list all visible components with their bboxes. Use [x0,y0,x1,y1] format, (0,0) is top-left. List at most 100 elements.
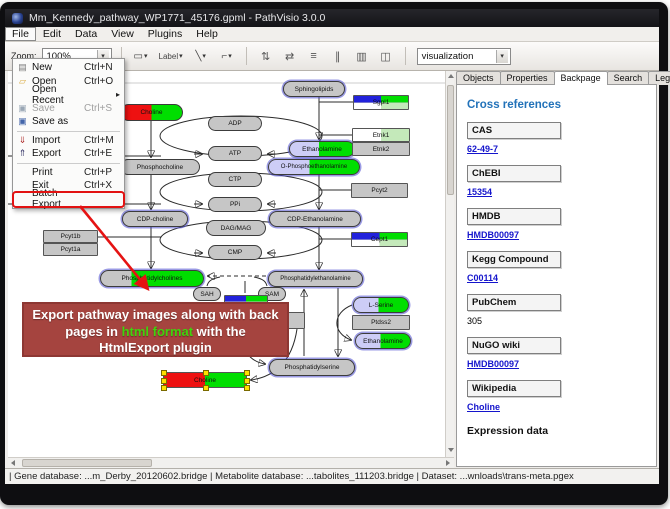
node-sgpl1[interactable]: Sgpl1 [353,95,409,110]
node-label: Ethanolamine [302,146,342,153]
node-cmp[interactable]: CMP [208,245,262,260]
scroll-left-icon[interactable] [11,460,15,466]
node-choline[interactable]: Choline [163,372,247,388]
xref-link[interactable]: 62-49-7 [467,144,498,154]
node-label: Phosphatidylethanolamine [280,276,350,282]
tab-search[interactable]: Search [607,71,650,85]
align-vertical-center-button[interactable]: ⇅ [256,47,276,65]
file-menu-item-export[interactable]: ⇑ExportCtrl+E [14,147,123,161]
node-label: Phosphocholine [137,164,183,171]
chevron-down-icon[interactable]: ▾ [496,50,508,63]
line-tool-dropdown[interactable]: ╲▾ [191,47,211,65]
xref-header: HMDB [467,208,561,225]
xref-link[interactable]: HMDB00097 [467,359,519,369]
selection-handle[interactable] [161,378,167,384]
selection-handle[interactable] [161,370,167,376]
node-cdp-choline[interactable]: CDP-choline [122,211,188,227]
distribute-horizontal-button[interactable]: ∥ [328,47,348,65]
node-etnk1[interactable]: Etnk1 [352,128,410,142]
selection-handle[interactable] [244,378,250,384]
common-height-button[interactable]: ◫ [376,47,396,65]
selection-handle[interactable] [203,370,209,376]
menu-view[interactable]: View [104,27,141,41]
node-label: Cept1 [371,236,388,243]
window-title: Mm_Kennedy_pathway_WP1771_45176.gpml - P… [29,12,325,24]
pathway-node[interactable] [287,312,305,329]
node-phosphatidylethanolamine[interactable]: Phosphatidylethanolamine [268,271,363,287]
selection-handle[interactable] [203,385,209,391]
pathvisio-logo-icon [12,13,23,24]
scrollbar-thumb[interactable] [22,459,152,467]
node-l-serine[interactable]: L-Serine [353,297,409,313]
tab-objects[interactable]: Objects [456,71,501,85]
menu-data[interactable]: Data [68,27,104,41]
node-o-phosphoethanolamine[interactable]: O-Phosphoethanolamine [268,159,360,175]
xref-link[interactable]: Choline [467,402,500,412]
tab-legend[interactable]: Legend [648,71,670,85]
node-pcyt1a[interactable]: Pcyt1a [43,243,98,256]
node-ctp[interactable]: CTP [208,172,262,187]
node-label: Pcyt1a [61,246,81,253]
node-cept1[interactable]: Cept1 [351,232,408,247]
node-phosphocholine[interactable]: Phosphocholine [120,159,200,175]
canvas-horizontal-scrollbar[interactable] [8,457,454,468]
node-pcyt2[interactable]: Pcyt2 [351,183,408,198]
tab-backpage[interactable]: Backpage [554,71,608,85]
node-dag-mag[interactable]: DAG/MAG [206,220,266,236]
scrollbar-thumb[interactable] [447,85,454,195]
node-adp[interactable]: ADP [208,116,262,131]
canvas-vertical-scrollbar[interactable] [445,71,454,457]
file-menu-item-print[interactable]: PrintCtrl+P [14,166,123,180]
file-menu-item-save[interactable]: ▣SaveCtrl+S [14,102,123,116]
connector-tool-dropdown-icon: ⌐ [221,51,227,62]
node-atp[interactable]: ATP [208,146,262,161]
new-file-icon: ▤ [15,62,30,73]
label-tool-dropdown[interactable]: Label▾ [157,47,185,65]
node-cdp-ethanolamine[interactable]: CDP-Ethanolamine [269,211,361,227]
selection-handle[interactable] [161,385,167,391]
menu-item-shortcut: Ctrl+E [84,148,120,159]
menu-edit[interactable]: Edit [36,27,68,41]
xref-header: ChEBI [467,165,561,182]
align-horizontal-center-button[interactable]: ⇄ [280,47,300,65]
node-etnk2[interactable]: Etnk2 [352,142,410,156]
xref-link[interactable]: 15354 [467,187,492,197]
file-menu-item-new[interactable]: ▤NewCtrl+N [14,61,123,75]
xref-link[interactable]: C00114 [467,273,498,283]
xref-link[interactable]: HMDB00097 [467,230,519,240]
selection-handle[interactable] [244,370,250,376]
file-menu-item-save-as[interactable]: ▣Save as [14,115,123,129]
node-ethanolamine[interactable]: Ethanolamine [355,333,411,349]
node-sah[interactable]: SAH [193,287,221,301]
node-ptdss2[interactable]: Ptdss2 [352,315,410,330]
visualization-combobox[interactable]: visualization ▾ [417,48,511,65]
distribute-vertical-button[interactable]: ≡ [304,47,324,65]
node-label: Choline [194,377,216,384]
node-sphingolipids[interactable]: Sphingolipids [283,81,345,97]
file-menu-item-open-recent[interactable]: Open Recent▸ [14,88,123,102]
node-label: Etnk2 [373,146,390,153]
file-menu-item-batch-export[interactable]: Batch Export [14,193,123,207]
datanode-tool-dropdown[interactable]: ▭▾ [131,47,151,65]
menu-plugins[interactable]: Plugins [141,27,189,41]
node-label: Pcyt1b [61,233,81,240]
node-phosphatidylserine[interactable]: Phosphatidylserine [269,359,355,376]
selection-handle[interactable] [244,385,250,391]
node-ethanolamine[interactable]: Ethanolamine [289,141,355,157]
tab-properties[interactable]: Properties [500,71,555,85]
node-phosphatidylcholines[interactable]: Phosphatidylcholines [100,270,204,287]
node-label: Sphingolipids [295,86,334,93]
pathvisio-window: Mm_Kennedy_pathway_WP1771_45176.gpml - P… [5,9,659,484]
connector-tool-dropdown[interactable]: ⌐▾ [217,47,237,65]
export-icon: ⇑ [15,148,30,159]
node-pcyt1b[interactable]: Pcyt1b [43,230,98,243]
menu-file[interactable]: File [5,27,36,41]
node-ppi[interactable]: PPi [208,197,262,212]
common-width-button[interactable]: ▥ [352,47,372,65]
backpage-panel: Cross references CAS62-49-7ChEBI15354HMD… [456,84,657,467]
scroll-right-icon[interactable] [446,460,450,466]
chevron-down-icon: ▾ [228,52,232,60]
node-choline[interactable]: Choline [120,104,183,121]
menu-help[interactable]: Help [189,27,225,41]
file-menu-item-import[interactable]: ⇓ImportCtrl+M [14,134,123,148]
